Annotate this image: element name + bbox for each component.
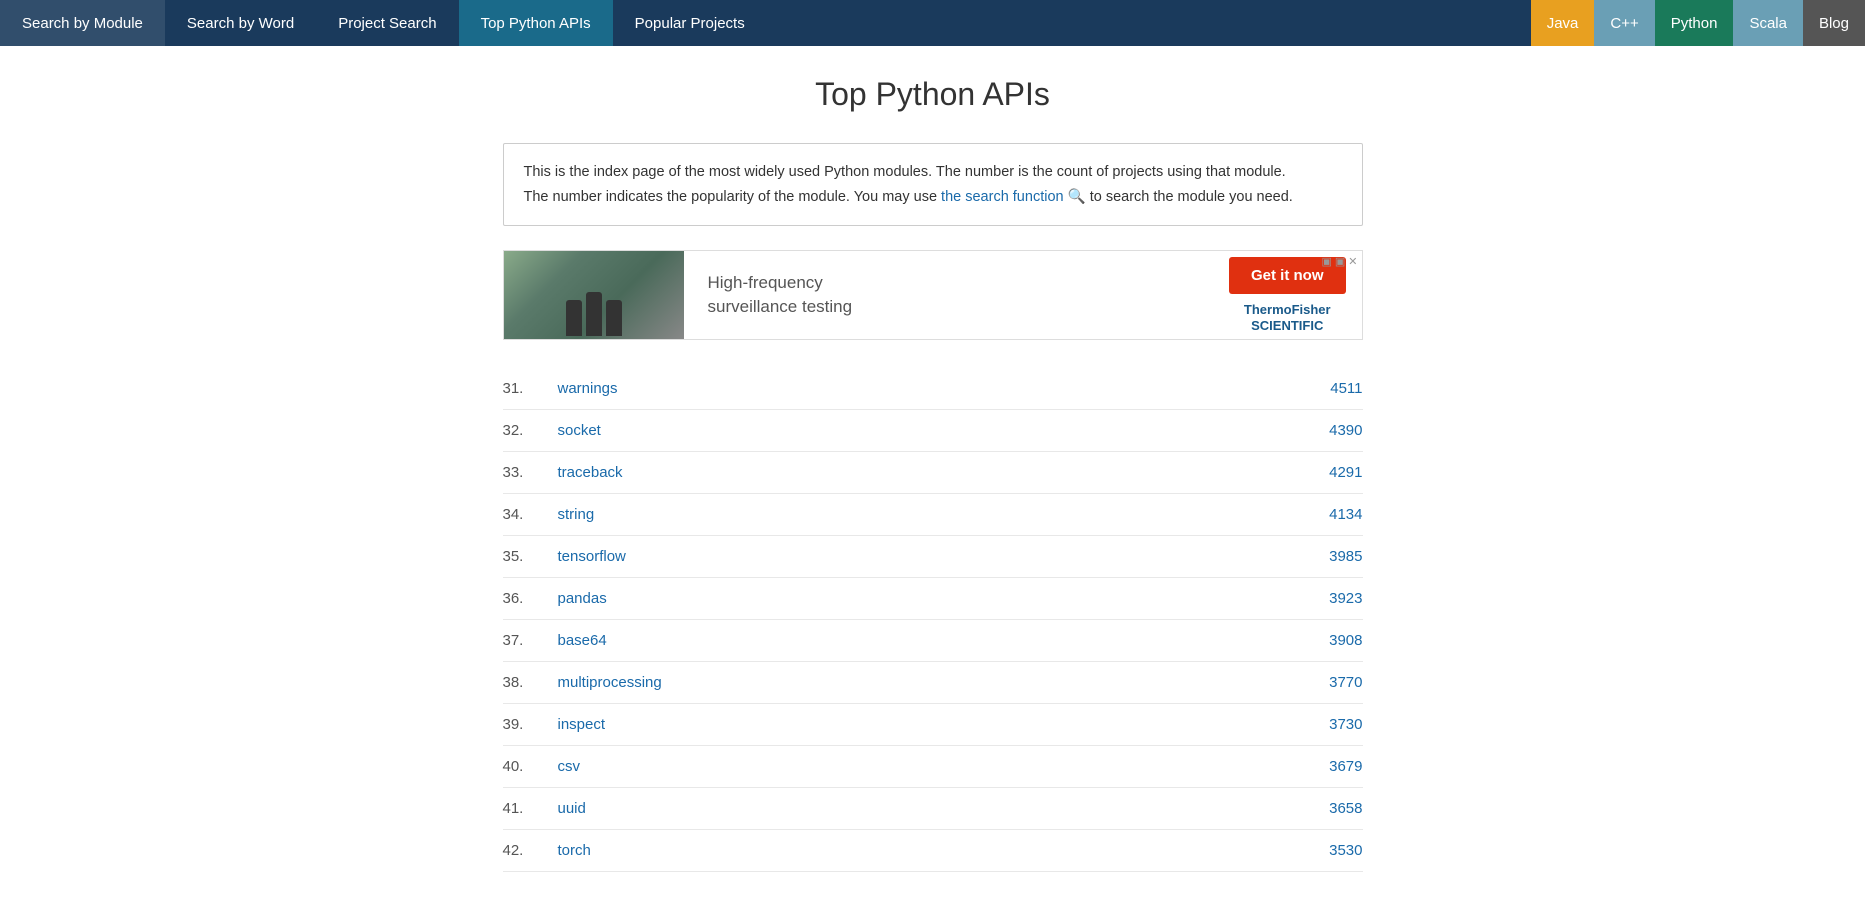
ad-headline: High-frequencysurveillance testing bbox=[708, 273, 853, 316]
nav-left: Search by Module Search by Word Project … bbox=[0, 0, 1531, 46]
module-list: 31.warnings451132.socket439033.traceback… bbox=[503, 368, 1363, 872]
search-function-link[interactable]: the search function bbox=[941, 189, 1064, 205]
nav-item-search-by-word[interactable]: Search by Word bbox=[165, 0, 316, 46]
lang-cpp[interactable]: C++ bbox=[1594, 0, 1654, 46]
module-number: 31. bbox=[503, 380, 558, 397]
module-row: 39.inspect3730 bbox=[503, 704, 1363, 746]
ad-person-1 bbox=[566, 300, 582, 336]
ad-people-graphic bbox=[564, 292, 624, 336]
module-count: 4390 bbox=[1303, 422, 1363, 439]
ad-brand-name: ThermoFisher bbox=[1244, 302, 1331, 318]
page-title: Top Python APIs bbox=[503, 76, 1363, 113]
module-name-link[interactable]: traceback bbox=[558, 464, 1303, 481]
ad-banner: ▣ ▣ ✕ High-frequencysurveillance testing… bbox=[503, 250, 1363, 340]
module-number: 34. bbox=[503, 506, 558, 523]
module-row: 35.tensorflow3985 bbox=[503, 536, 1363, 578]
ad-close-button[interactable]: ✕ bbox=[1348, 255, 1357, 268]
ad-close-controls[interactable]: ▣ ▣ ✕ bbox=[1321, 255, 1357, 268]
module-row: 42.torch3530 bbox=[503, 830, 1363, 872]
module-row: 41.uuid3658 bbox=[503, 788, 1363, 830]
ad-icon-1: ▣ bbox=[1321, 255, 1331, 268]
module-name-link[interactable]: inspect bbox=[558, 716, 1303, 733]
module-name-link[interactable]: tensorflow bbox=[558, 548, 1303, 565]
nav-item-top-python-apis[interactable]: Top Python APIs bbox=[459, 0, 613, 46]
module-name-link[interactable]: warnings bbox=[558, 380, 1303, 397]
ad-text: High-frequencysurveillance testing bbox=[684, 271, 1214, 319]
module-row: 36.pandas3923 bbox=[503, 578, 1363, 620]
nav-item-popular-projects[interactable]: Popular Projects bbox=[613, 0, 767, 46]
module-count: 3730 bbox=[1303, 716, 1363, 733]
module-row: 31.warnings4511 bbox=[503, 368, 1363, 410]
module-count: 4511 bbox=[1303, 380, 1363, 397]
main-content: Top Python APIs This is the index page o… bbox=[483, 46, 1383, 902]
module-count: 3658 bbox=[1303, 800, 1363, 817]
module-number: 40. bbox=[503, 758, 558, 775]
module-count: 3770 bbox=[1303, 674, 1363, 691]
nav-right: Java C++ Python Scala Blog bbox=[1531, 0, 1865, 46]
module-number: 37. bbox=[503, 632, 558, 649]
lang-python[interactable]: Python bbox=[1655, 0, 1734, 46]
module-number: 42. bbox=[503, 842, 558, 859]
module-name-link[interactable]: socket bbox=[558, 422, 1303, 439]
module-count: 3679 bbox=[1303, 758, 1363, 775]
module-number: 36. bbox=[503, 590, 558, 607]
module-name-link[interactable]: torch bbox=[558, 842, 1303, 859]
module-number: 41. bbox=[503, 800, 558, 817]
module-name-link[interactable]: pandas bbox=[558, 590, 1303, 607]
ad-person-2 bbox=[586, 292, 602, 336]
module-count: 4134 bbox=[1303, 506, 1363, 523]
module-name-link[interactable]: base64 bbox=[558, 632, 1303, 649]
module-row: 38.multiprocessing3770 bbox=[503, 662, 1363, 704]
description-box: This is the index page of the most widel… bbox=[503, 143, 1363, 226]
module-name-link[interactable]: csv bbox=[558, 758, 1303, 775]
description-text-2: The number indicates the popularity of t… bbox=[524, 189, 942, 205]
module-name-link[interactable]: string bbox=[558, 506, 1303, 523]
ad-person-3 bbox=[606, 300, 622, 336]
module-number: 33. bbox=[503, 464, 558, 481]
module-row: 40.csv3679 bbox=[503, 746, 1363, 788]
module-row: 37.base643908 bbox=[503, 620, 1363, 662]
module-name-link[interactable]: uuid bbox=[558, 800, 1303, 817]
module-number: 35. bbox=[503, 548, 558, 565]
module-count: 4291 bbox=[1303, 464, 1363, 481]
module-number: 38. bbox=[503, 674, 558, 691]
module-row: 33.traceback4291 bbox=[503, 452, 1363, 494]
module-count: 3985 bbox=[1303, 548, 1363, 565]
ad-image bbox=[504, 250, 684, 340]
module-row: 32.socket4390 bbox=[503, 410, 1363, 452]
module-number: 32. bbox=[503, 422, 558, 439]
module-count: 3908 bbox=[1303, 632, 1363, 649]
description-text-3: to search the module you need. bbox=[1086, 189, 1293, 205]
ad-cta: Get it now ThermoFisher SCIENTIFIC bbox=[1213, 257, 1362, 333]
lang-java[interactable]: Java bbox=[1531, 0, 1595, 46]
ad-brand-logo: ThermoFisher SCIENTIFIC bbox=[1244, 302, 1331, 333]
ad-icon-2: ▣ bbox=[1335, 255, 1345, 268]
lang-blog[interactable]: Blog bbox=[1803, 0, 1865, 46]
module-number: 39. bbox=[503, 716, 558, 733]
nav-item-project-search[interactable]: Project Search bbox=[316, 0, 458, 46]
ad-brand-subtitle: SCIENTIFIC bbox=[1244, 318, 1331, 334]
module-name-link[interactable]: multiprocessing bbox=[558, 674, 1303, 691]
navbar: Search by Module Search by Word Project … bbox=[0, 0, 1865, 46]
module-row: 34.string4134 bbox=[503, 494, 1363, 536]
module-count: 3530 bbox=[1303, 842, 1363, 859]
module-count: 3923 bbox=[1303, 590, 1363, 607]
description-text-1: This is the index page of the most widel… bbox=[524, 164, 1286, 180]
search-icon: 🔍 bbox=[1068, 189, 1086, 205]
nav-item-search-by-module[interactable]: Search by Module bbox=[0, 0, 165, 46]
lang-scala[interactable]: Scala bbox=[1733, 0, 1803, 46]
